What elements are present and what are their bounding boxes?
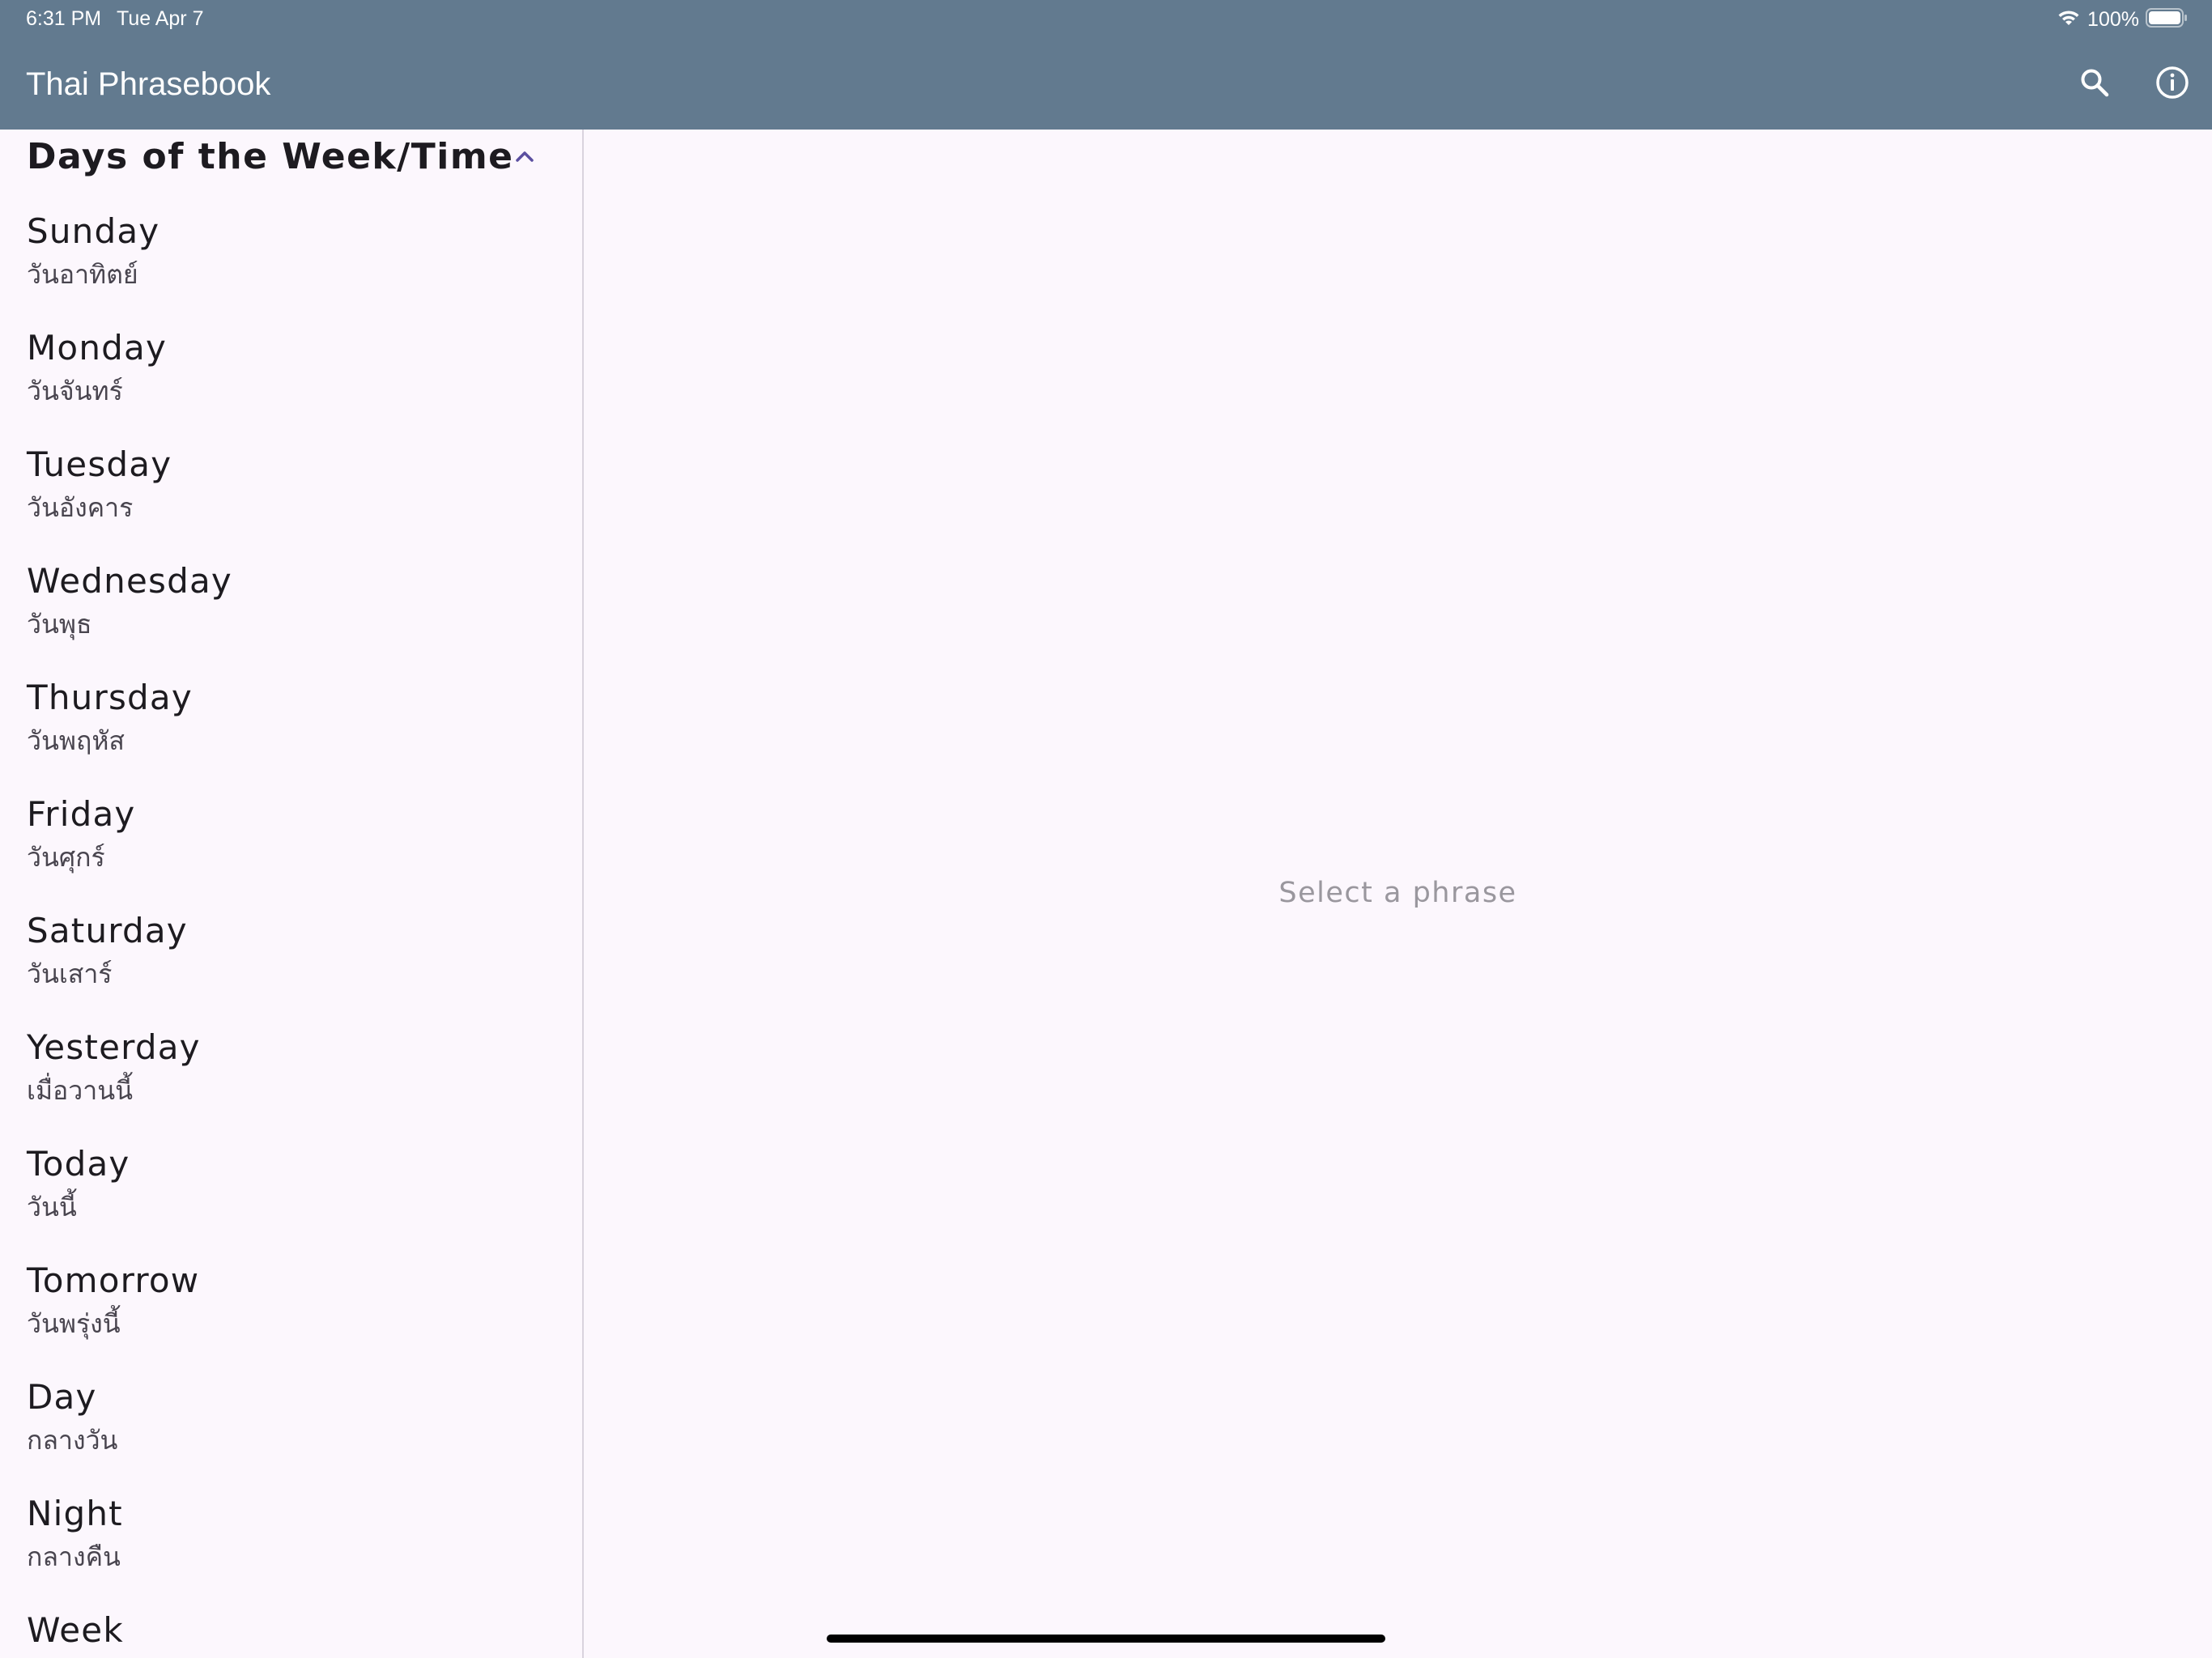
phrase-english: Today	[27, 1144, 130, 1184]
search-icon	[2078, 66, 2111, 102]
info-icon	[2155, 65, 2190, 104]
phrase-english: Monday	[27, 328, 168, 368]
phrase-list-item[interactable]: Thursday วันพฤหัส	[0, 674, 582, 790]
phrase-english: Saturday	[27, 911, 188, 950]
section-title: Days of the Week/Time	[27, 136, 514, 177]
phrase-english: Friday	[27, 794, 136, 834]
phrase-thai: วันอังคาร	[27, 492, 134, 523]
info-button[interactable]	[2150, 62, 2195, 107]
phrase-english: Thursday	[27, 678, 193, 717]
phrase-thai: วันพฤหัส	[27, 725, 125, 756]
detail-pane: Select a phrase	[584, 130, 2212, 1658]
phrase-list-item[interactable]: Today วันนี้	[0, 1140, 582, 1256]
search-button[interactable]	[2072, 62, 2117, 107]
battery-percent: 100%	[2087, 7, 2139, 31]
app-window: 6:31 PM Tue Apr 7 100% Thai Phrasebook D…	[0, 0, 2212, 1658]
phrase-english: Week	[27, 1610, 124, 1650]
phrase-english: Wednesday	[27, 561, 232, 601]
phrase-thai: วันพุธ	[27, 609, 92, 640]
phrase-list-item[interactable]: Wednesday วันพุธ	[0, 557, 582, 674]
phrase-list-item[interactable]: Monday วันจันทร์	[0, 324, 582, 440]
phrase-english: Yesterday	[27, 1027, 201, 1067]
app-title: Thai Phrasebook	[26, 66, 271, 102]
phrase-english: Day	[27, 1377, 97, 1417]
home-indicator[interactable]	[827, 1635, 1385, 1643]
phrase-thai: วันจันทร์	[27, 376, 123, 406]
phrase-thai: กลางวัน	[27, 1425, 118, 1456]
status-time: 6:31 PM	[26, 7, 102, 30]
phrase-list-item[interactable]: Night กลางคืน	[0, 1490, 582, 1606]
top-app-bar: 6:31 PM Tue Apr 7 100% Thai Phrasebook	[0, 0, 2212, 130]
section-header[interactable]: Days of the Week/Time	[0, 130, 582, 186]
wifi-icon	[2057, 8, 2081, 31]
phrase-list-item[interactable]: Yesterday เมื่อวานนี้	[0, 1023, 582, 1140]
status-indicators: 100%	[2057, 5, 2188, 34]
phrase-english: Tuesday	[27, 444, 172, 484]
phrase-english: Tomorrow	[27, 1261, 200, 1300]
phrase-list-item[interactable]: Week	[0, 1606, 582, 1658]
phrase-list: Sunday วันอาทิตย์ Monday วันจันทร์ Tuesday วั…	[0, 207, 582, 1658]
phrase-thai: เมื่อวานนี้	[27, 1075, 133, 1106]
empty-state-message: Select a phrase	[1278, 877, 1517, 909]
phrase-sidebar: Days of the Week/Time Sunday วันอาทิตย์ Mo…	[0, 130, 584, 1658]
phrase-thai: วันพรุ่งนี้	[27, 1308, 121, 1339]
phrase-list-item[interactable]: Tomorrow วันพรุ่งนี้	[0, 1256, 582, 1373]
phrase-list-item[interactable]: Friday วันศุกร์	[0, 790, 582, 907]
chevron-up-icon[interactable]	[510, 142, 539, 172]
phrase-thai: วันศุกร์	[27, 842, 105, 873]
phrase-thai: วันนี้	[27, 1192, 77, 1222]
status-date: Tue Apr 7	[117, 7, 204, 30]
phrase-english: Night	[27, 1494, 123, 1533]
phrase-list-item[interactable]: Tuesday วันอังคาร	[0, 440, 582, 557]
phrase-thai: วันเสาร์	[27, 959, 113, 989]
phrase-thai: กลางคืน	[27, 1541, 121, 1572]
battery-icon	[2146, 7, 2188, 32]
phrase-english: Sunday	[27, 211, 160, 251]
phrase-list-item[interactable]: Saturday วันเสาร์	[0, 907, 582, 1023]
phrase-thai: วันอาทิตย์	[27, 259, 138, 290]
phrase-list-item[interactable]: Sunday วันอาทิตย์	[0, 207, 582, 324]
phrase-list-item[interactable]: Day กลางวัน	[0, 1373, 582, 1490]
